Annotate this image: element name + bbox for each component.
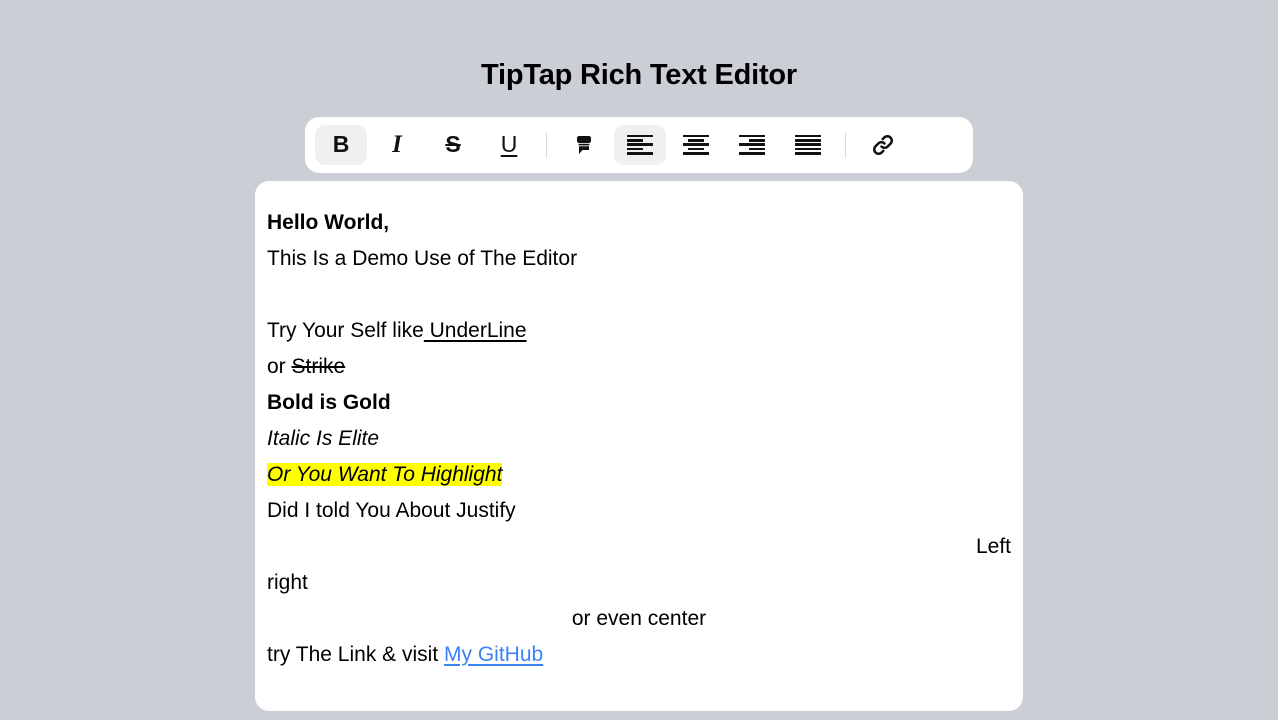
paragraph-hello-world[interactable]: Hello World, [267, 205, 1011, 241]
highlighter-icon [577, 135, 591, 154]
align-justify-button[interactable] [782, 125, 834, 165]
highlighted-text: Or You Want To Highlight [267, 462, 503, 486]
paragraph-bold-is-gold[interactable]: Bold is Gold [267, 385, 1011, 421]
link-icon [873, 134, 893, 155]
underline-line-prefix: Try Your Self like [267, 318, 424, 342]
paragraph-justify[interactable]: Did I told You About Justify [267, 493, 1011, 529]
link-button[interactable] [857, 125, 909, 165]
editor-toolbar: B I S U [305, 116, 973, 173]
strikethrough-icon: S [445, 131, 461, 158]
bold-icon: B [332, 131, 350, 158]
app-root: TipTap Rich Text Editor B I S U Hello Wo… [0, 0, 1278, 720]
toolbar-divider [845, 131, 846, 158]
strike-line-prefix: or [267, 354, 292, 378]
toolbar-divider [546, 131, 547, 158]
underline-icon: U [500, 131, 518, 158]
italic-icon: I [392, 131, 402, 159]
paragraph-center[interactable]: or even center [267, 601, 1011, 637]
paragraph-strike[interactable]: or Strike [267, 349, 1011, 385]
align-right-icon [739, 134, 765, 155]
italic-button[interactable]: I [371, 125, 423, 165]
link-line-prefix: try The Link & visit [267, 642, 445, 666]
align-left-icon [627, 134, 653, 155]
align-center-button[interactable] [670, 125, 722, 165]
strikethrough-button[interactable]: S [427, 125, 479, 165]
paragraph-italic-is-elite[interactable]: Italic Is Elite [267, 421, 1011, 457]
paragraph-highlight[interactable]: Or You Want To Highlight [267, 457, 1011, 493]
strikethrough-text: Strike [291, 354, 346, 378]
github-link[interactable]: My GitHub [444, 643, 543, 666]
paragraph-underline[interactable]: Try Your Self like UnderLine [267, 313, 1011, 349]
paragraph-right-word[interactable]: right [267, 565, 1011, 601]
paragraph-left-word-right-aligned[interactable]: Left [267, 529, 1011, 565]
paragraph-empty[interactable] [267, 277, 1011, 313]
align-left-button[interactable] [614, 124, 666, 165]
underlined-text: UnderLine [423, 318, 527, 342]
align-justify-icon [795, 134, 821, 155]
page-title: TipTap Rich Text Editor [480, 59, 798, 91]
paragraph-link[interactable]: try The Link & visit My GitHub [267, 637, 1011, 673]
editor-content[interactable]: Hello World, This Is a Demo Use of The E… [267, 205, 1011, 673]
bold-button[interactable]: B [315, 124, 367, 165]
align-center-icon [683, 134, 709, 155]
editor-card[interactable]: Hello World, This Is a Demo Use of The E… [255, 180, 1023, 711]
highlight-button[interactable] [558, 125, 610, 165]
align-right-button[interactable] [726, 125, 778, 165]
paragraph-demo-use[interactable]: This Is a Demo Use of The Editor [267, 241, 1011, 277]
underline-button[interactable]: U [483, 125, 535, 165]
